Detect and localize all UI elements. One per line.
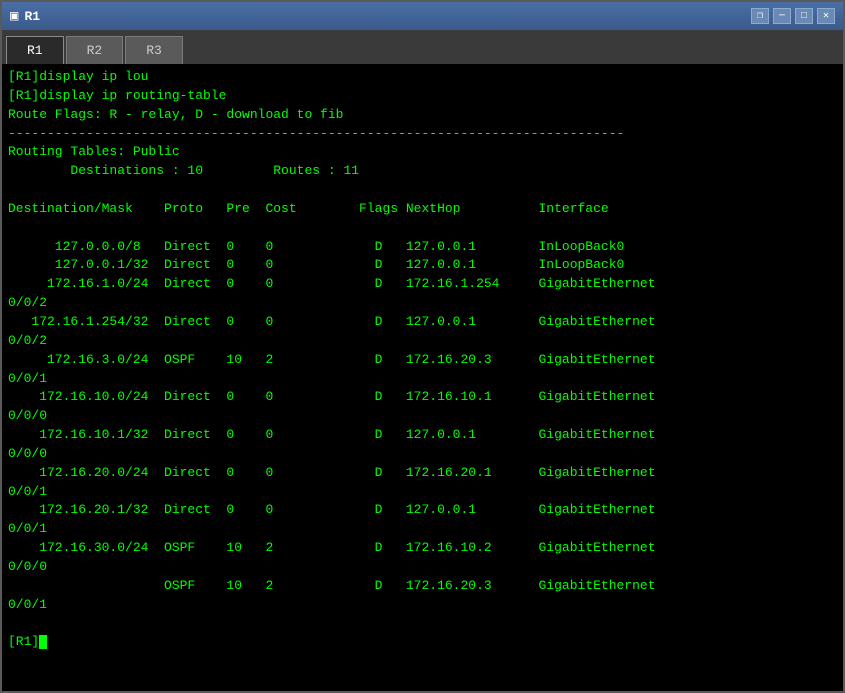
terminal-cursor [39, 635, 47, 649]
tab-r3[interactable]: R3 [125, 36, 183, 64]
tab-r2[interactable]: R2 [66, 36, 124, 64]
title-bar: ▣ R1 ❐ ─ □ ✕ [2, 2, 843, 30]
tab-r1[interactable]: R1 [6, 36, 64, 64]
terminal-output[interactable]: [R1]display ip lou [R1]display ip routin… [2, 64, 843, 691]
window-title: R1 [24, 9, 40, 24]
minimize-button[interactable]: ─ [773, 8, 791, 24]
restore-button[interactable]: ❐ [751, 8, 769, 24]
window-controls: ❐ ─ □ ✕ [751, 8, 835, 24]
close-button[interactable]: ✕ [817, 8, 835, 24]
tab-bar: R1 R2 R3 [2, 30, 843, 64]
terminal-text: [R1]display ip lou [R1]display ip routin… [8, 68, 837, 652]
maximize-button[interactable]: □ [795, 8, 813, 24]
title-bar-left: ▣ R1 [10, 8, 40, 25]
main-window: ▣ R1 ❐ ─ □ ✕ R1 R2 R3 [R1]display ip lou… [0, 0, 845, 693]
app-icon: ▣ [10, 8, 18, 25]
